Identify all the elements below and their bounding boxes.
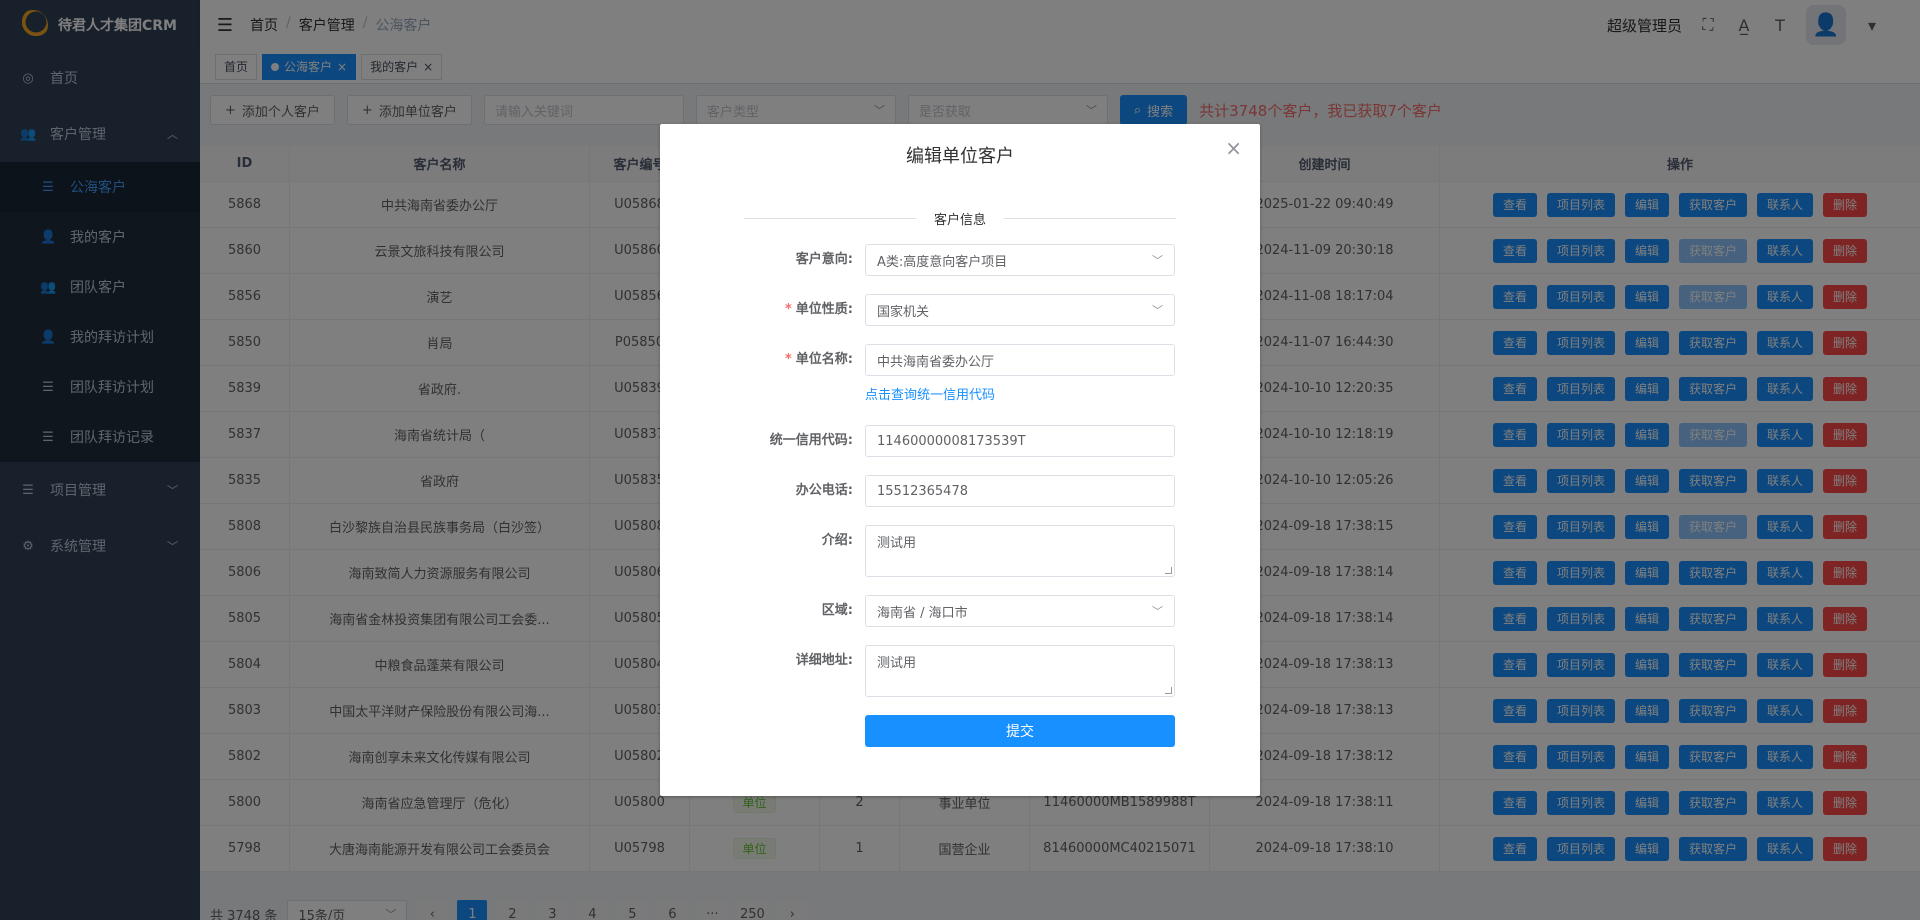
input-value: 1146000000817353​9T	[877, 433, 1026, 449]
region-label: 区域:	[660, 595, 865, 627]
required-mark: *	[784, 302, 792, 317]
credit-code-input[interactable]: 1146000000817353​9T	[865, 425, 1175, 457]
submit-button[interactable]: 提交	[865, 715, 1175, 747]
nature-label: * 单位性质:	[660, 294, 865, 326]
address-row: 详细地址: 测试用	[660, 645, 1260, 697]
dialog-title: 编辑单位客户	[906, 146, 1014, 167]
label-text: 统一信用代码:	[769, 433, 853, 448]
label-text: 客户意向:	[795, 252, 853, 267]
office-phone-input[interactable]: 15512365478	[865, 475, 1175, 507]
intro-label: 介绍:	[660, 525, 865, 557]
input-value: 中共海南省委办公厅	[877, 354, 995, 370]
intent-label: 客户意向:	[660, 244, 865, 276]
unit-name-label: * 单位名称:	[660, 344, 865, 376]
label-text: 单位性质:	[795, 302, 853, 317]
label-text: 区域:	[821, 603, 853, 618]
label-text: 介绍:	[821, 533, 853, 548]
select-value: 海南省 / 海口市	[877, 605, 968, 621]
required-mark: *	[784, 352, 792, 367]
unit-name-input[interactable]: 中共海南省委办公厅	[865, 344, 1175, 376]
region-row: 区域: 海南省 / 海口市 ﹀	[660, 595, 1260, 627]
textarea-value: 测试用	[877, 656, 917, 671]
edit-unit-customer-dialog: 编辑单位客户 × 客户信息 客户意向: A类:高度意向客户项目 ﹀ * 单位性质: …	[660, 124, 1260, 796]
input-value: 15512365478	[877, 483, 968, 499]
section-title: 客户信息	[915, 209, 1005, 228]
address-textarea[interactable]: 测试用	[865, 645, 1175, 697]
address-label: 详细地址:	[660, 645, 865, 677]
intent-select[interactable]: A类:高度意向客户项目 ﹀	[865, 244, 1175, 276]
label-text: 详细地址:	[795, 653, 853, 668]
close-icon[interactable]: ×	[1225, 136, 1242, 160]
unit-name-row: * 单位名称: 中共海南省委办公厅 点击查询统一信用代码	[660, 344, 1260, 403]
region-cascader[interactable]: 海南省 / 海口市 ﹀	[865, 595, 1175, 627]
label-text: 单位名称:	[795, 352, 853, 367]
phone-row: 办公电话: 15512365478	[660, 475, 1260, 507]
nature-select[interactable]: 国家机关 ﹀	[865, 294, 1175, 326]
textarea-value: 测试用	[877, 536, 917, 551]
phone-label: 办公电话:	[660, 475, 865, 507]
query-credit-code-link[interactable]: 点击查询统一信用代码	[865, 384, 1175, 403]
section-divider: 客户信息	[744, 209, 1176, 228]
chevron-down-icon: ﹀	[1152, 304, 1163, 317]
credit-label: 统一信用代码:	[660, 425, 865, 457]
intro-row: 介绍: 测试用	[660, 525, 1260, 577]
intro-textarea[interactable]: 测试用	[865, 525, 1175, 577]
select-value: 国家机关	[877, 304, 930, 320]
label-text: 办公电话:	[795, 483, 853, 498]
select-value: A类:高度意向客户项目	[877, 254, 1008, 270]
nature-row: * 单位性质: 国家机关 ﹀	[660, 294, 1260, 326]
intent-row: 客户意向: A类:高度意向客户项目 ﹀	[660, 244, 1260, 276]
credit-row: 统一信用代码: 1146000000817353​9T	[660, 425, 1260, 457]
chevron-down-icon: ﹀	[1152, 605, 1163, 618]
chevron-down-icon: ﹀	[1152, 254, 1163, 267]
